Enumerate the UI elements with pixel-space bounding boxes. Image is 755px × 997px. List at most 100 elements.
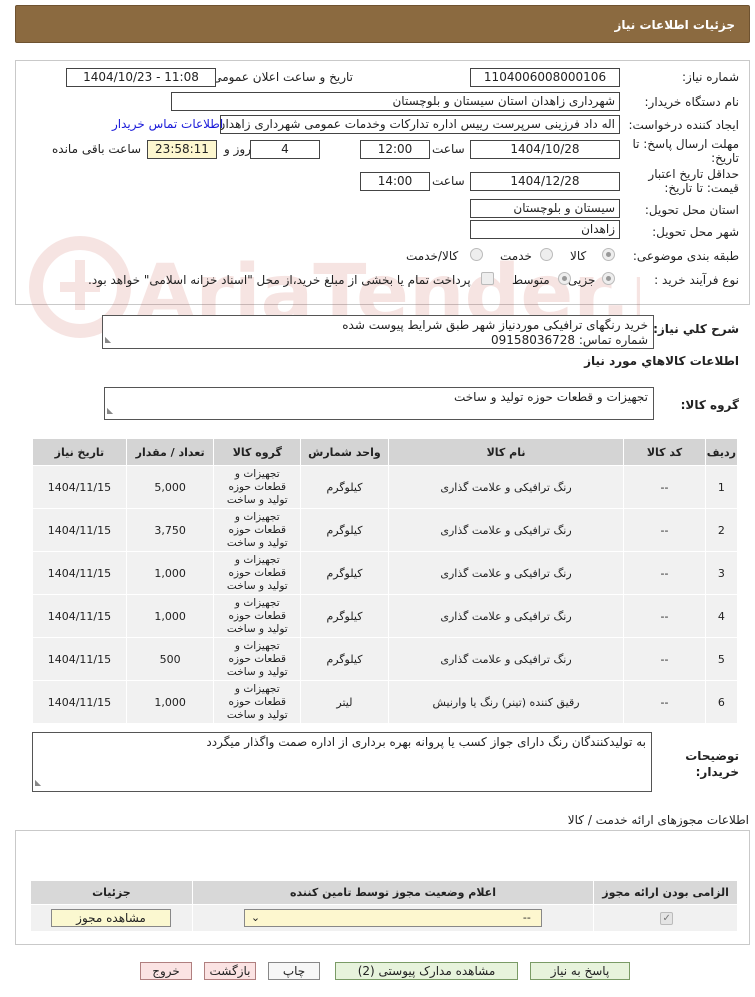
category-both-label: کالا/خدمت [406, 249, 459, 263]
validity-time-field: 14:00 [360, 172, 430, 191]
item-group-cell: تجهیزات و قطعات حوزه تولید و ساخت [213, 680, 302, 724]
remaining-label: ساعت باقی مانده [52, 142, 142, 156]
item-date-cell: 1404/11/15 [32, 551, 127, 595]
item-code-cell: -- [623, 594, 706, 638]
col-qty-header: تعداد / مقدار [125, 438, 215, 466]
process-type-label: نوع فرآیند خرید : [654, 273, 739, 287]
view-attachments-button[interactable]: مشاهده مدارک پیوستی (2) [335, 962, 518, 980]
buyer-org-label: نام دستگاه خریدار: [644, 95, 740, 109]
reply-time-label: ساعت [432, 142, 465, 156]
days-remaining-field: 4 [250, 140, 320, 159]
buyer-notes-label: توضیحات خریدار: [685, 749, 739, 779]
permit-row: ✓ ⌄ -- مشاهده مجوز [30, 904, 738, 932]
buyer-org-field: شهرداری زاهدان استان سیستان و بلوچستان [171, 92, 620, 111]
item-unit-cell: کیلوگرم [300, 551, 389, 595]
category-goods-radio[interactable] [602, 248, 615, 261]
buyer-contact-link[interactable]: اطلاعات تماس خریدار [112, 117, 223, 131]
permit-details-cell: مشاهده مجوز [30, 904, 193, 932]
goods-group-value: تجهیزات و قطعات حوزه تولید و ساخت [453, 390, 648, 404]
permit-status-select[interactable]: ⌄ -- [243, 909, 542, 927]
item-unit-cell: لیتر [300, 680, 389, 724]
exit-button[interactable]: خروج [140, 962, 192, 980]
table-row: 5 -- رنگ ترافیکی و علامت گذاری کیلوگرم تجهیز… [32, 637, 739, 681]
treasury-payment-checkbox[interactable] [481, 272, 494, 285]
row-number-cell: 4 [704, 594, 739, 638]
need-number-field: 1104006008000106 [470, 68, 620, 87]
item-group-cell: تجهیزات و قطعات حوزه تولید و ساخت [213, 551, 302, 595]
category-service-radio[interactable] [540, 248, 553, 261]
process-small-label: جزیی [568, 273, 596, 287]
general-desc-label: شرح کلي نياز: [653, 322, 739, 336]
item-date-cell: 1404/11/15 [32, 465, 127, 509]
item-unit-cell: کیلوگرم [300, 508, 389, 552]
item-group-cell: تجهیزات و قطعات حوزه تولید و ساخت [213, 508, 302, 552]
item-date-cell: 1404/11/15 [32, 594, 127, 638]
buyer-notes-textarea[interactable]: به تولیدکنندگان رنگ دارای جواز کسب یا پر… [32, 732, 652, 792]
announce-datetime-field: 1404/10/23 - 11:08 [66, 68, 216, 87]
announce-datetime-label: تاریخ و ساعت اعلان عمومی: [208, 70, 353, 84]
item-date-cell: 1404/11/15 [32, 508, 127, 552]
item-name-cell: رنگ ترافیکی و علامت گذاری [387, 594, 625, 638]
permit-status-cell: ⌄ -- [191, 904, 595, 932]
col-unit-header: واحد شمارش [300, 438, 389, 466]
item-date-cell: 1404/11/15 [32, 680, 127, 724]
general-desc-textarea[interactable]: خرید رنگهای ترافیکی موردنیاز شهر طبق شرا… [102, 315, 654, 349]
table-row: 2 -- رنگ ترافیکی و علامت گذاری کیلوگرم تجهیز… [32, 508, 739, 552]
col-date-header: تاریخ نیاز [32, 438, 127, 466]
item-name-cell: رنگ ترافیکی و علامت گذاری [387, 508, 625, 552]
item-qty-cell: 500 [125, 637, 215, 681]
table-row: 1 -- رنگ ترافیکی و علامت گذاری کیلوگرم تجهیز… [32, 465, 739, 509]
process-medium-radio[interactable] [558, 272, 571, 285]
item-code-cell: -- [623, 637, 706, 681]
category-both-radio[interactable] [470, 248, 483, 261]
remaining-time-field: 23:58:11 [147, 140, 217, 159]
item-unit-cell: کیلوگرم [300, 594, 389, 638]
goods-group-label: گروه کالا: [680, 398, 739, 412]
permit-required-checkbox[interactable]: ✓ [660, 912, 674, 925]
permit-required-header: الزامی بودن ارائه مجوز [593, 880, 738, 905]
view-permit-button[interactable]: مشاهده مجوز [51, 909, 171, 927]
row-number-cell: 1 [704, 465, 739, 509]
back-button[interactable]: بازگشت [204, 962, 256, 980]
item-code-cell: -- [623, 465, 706, 509]
items-table: ردیف کد کالا نام کالا واحد شمارش گروه کا… [32, 438, 739, 724]
reply-time-field: 12:00 [360, 140, 430, 159]
treasury-payment-note: پرداخت تمام یا بخشی از مبلغ خرید،از محل … [88, 273, 471, 287]
row-number-cell: 5 [704, 637, 739, 681]
category-goods-label: کالا [570, 249, 587, 263]
item-qty-cell: 3,750 [125, 508, 215, 552]
chevron-down-icon: ⌄ [250, 911, 261, 924]
row-number-cell: 6 [704, 680, 739, 724]
col-row-header: ردیف [704, 438, 739, 466]
permit-status-value: -- [522, 911, 531, 924]
province-label: استان محل تحویل: [644, 203, 739, 217]
permit-status-header: اعلام وضعیت مجوز توسط تامین کننده [191, 880, 595, 905]
print-button[interactable]: چاپ [268, 962, 320, 980]
goods-group-textarea[interactable]: تجهیزات و قطعات حوزه تولید و ساخت ◢ [104, 387, 654, 420]
item-date-cell: 1404/11/15 [32, 637, 127, 681]
validity-date-field: 1404/12/28 [470, 172, 620, 191]
row-number-cell: 3 [704, 551, 739, 595]
col-group-header: گروه کالا [213, 438, 302, 466]
item-group-cell: تجهیزات و قطعات حوزه تولید و ساخت [213, 594, 302, 638]
price-validity-label: حداقل تاریخ اعتبار قیمت: تا تاریخ: [648, 167, 739, 195]
category-service-label: خدمت [500, 249, 532, 263]
reply-deadline-label: مهلت ارسال پاسخ: تا تاریخ: [632, 137, 739, 165]
item-name-cell: رنگ ترافیکی و علامت گذاری [387, 551, 625, 595]
col-code-header: کد کالا [623, 438, 706, 466]
page-header: جزئیات اطلاعات نیاز [15, 5, 750, 43]
need-number-label: شماره نیاز: [682, 70, 739, 84]
goods-info-heading: اطلاعات کالاهاي مورد نياز [584, 354, 739, 368]
item-unit-cell: کیلوگرم [300, 465, 389, 509]
item-name-cell: رقیق کننده (تینر) رنگ یا وارنیش [387, 680, 625, 724]
item-code-cell: -- [623, 680, 706, 724]
permits-table-header: الزامی بودن ارائه مجوز اعلام وضعیت مجوز … [30, 880, 738, 905]
permits-table: الزامی بودن ارائه مجوز اعلام وضعیت مجوز … [30, 880, 738, 932]
col-name-header: نام کالا [387, 438, 625, 466]
request-creator-field: اله داد فرزینی سرپرست رییس اداره تدارکات… [220, 115, 620, 134]
reply-button[interactable]: پاسخ به نیاز [530, 962, 630, 980]
province-field: سیستان و بلوچستان [470, 199, 620, 218]
item-qty-cell: 1,000 [125, 594, 215, 638]
process-small-radio[interactable] [602, 272, 615, 285]
table-row: 4 -- رنگ ترافیکی و علامت گذاری کیلوگرم تجهیز… [32, 594, 739, 638]
